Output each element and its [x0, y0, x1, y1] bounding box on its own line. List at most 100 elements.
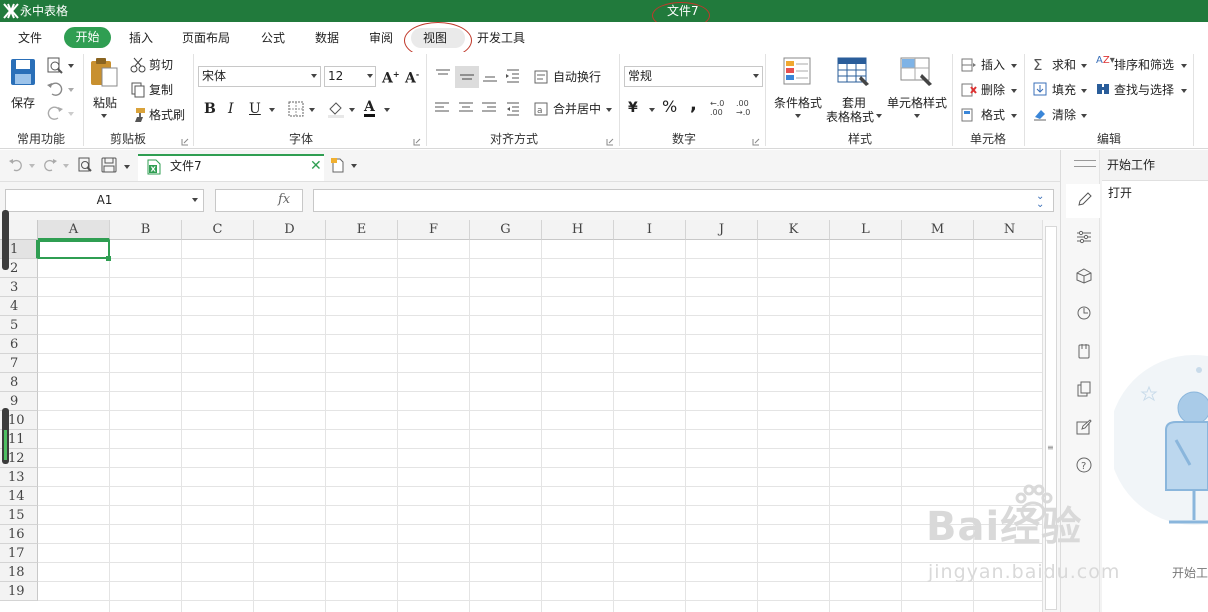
font-color-button[interactable]: A — [364, 100, 375, 117]
insert-cells-icon[interactable] — [961, 58, 977, 75]
cut-icon[interactable] — [130, 57, 146, 76]
quick-undo-icon[interactable] — [8, 158, 24, 175]
close-tab-icon[interactable]: ✕ — [310, 159, 322, 173]
align-left-icon[interactable] — [434, 101, 450, 118]
fill-icon[interactable] — [1033, 82, 1047, 99]
edit-note-icon[interactable] — [1076, 419, 1092, 435]
alignment-launcher-icon[interactable] — [606, 135, 614, 149]
row-header-13[interactable]: 13 — [0, 468, 38, 487]
number-format-select[interactable]: 常规 — [624, 66, 763, 87]
pen-icon[interactable] — [1076, 192, 1092, 208]
paste-button[interactable]: 粘贴 — [93, 96, 117, 110]
fill-dropdown-arrow[interactable] — [1081, 89, 1087, 93]
conditional-format-icon[interactable] — [783, 57, 813, 90]
history-clock-icon[interactable] — [1076, 305, 1092, 321]
font-name-dropdown-arrow[interactable] — [311, 74, 317, 78]
row-header-19[interactable]: 19 — [0, 582, 38, 601]
column-header-d[interactable]: D — [254, 220, 326, 240]
row-header-7[interactable]: 7 — [0, 354, 38, 373]
menu-view-label[interactable]: 视图 — [423, 30, 447, 46]
redo-dropdown-arrow[interactable] — [68, 112, 74, 116]
sum-icon[interactable]: Σ — [1033, 56, 1042, 74]
insert-cells-button[interactable]: 插入 — [981, 58, 1005, 72]
clear-dropdown-arrow[interactable] — [1081, 114, 1087, 118]
quick-redo-dropdown-arrow[interactable] — [63, 164, 69, 168]
row-header-16[interactable]: 16 — [0, 525, 38, 544]
menu-formula[interactable]: 公式 — [261, 30, 285, 46]
insert-function-button[interactable]: fx — [278, 193, 290, 207]
format-cells-dropdown-arrow[interactable] — [1011, 114, 1017, 118]
format-painter-button[interactable]: 格式刷 — [149, 108, 185, 122]
align-right-icon[interactable] — [481, 101, 497, 118]
redo-icon[interactable] — [46, 105, 64, 124]
wrap-text-icon[interactable] — [534, 70, 548, 87]
row-header-8[interactable]: 8 — [0, 373, 38, 392]
column-header-h[interactable]: H — [542, 220, 614, 240]
column-header-c[interactable]: C — [182, 220, 254, 240]
column-header-a[interactable]: A — [38, 220, 110, 240]
new-document-icon[interactable] — [330, 157, 346, 176]
clear-button[interactable]: 清除 — [1052, 108, 1076, 122]
format-as-table-dropdown-arrow[interactable] — [876, 114, 882, 118]
quick-print-preview-icon[interactable] — [77, 157, 93, 176]
row-header-3[interactable]: 3 — [0, 278, 38, 297]
number-launcher-icon[interactable] — [752, 135, 760, 149]
find-select-icon[interactable] — [1096, 82, 1110, 99]
border-dropdown-arrow[interactable] — [309, 108, 315, 112]
format-as-table-label-1[interactable]: 套用 — [842, 96, 866, 110]
delete-cells-dropdown-arrow[interactable] — [1011, 89, 1017, 93]
expand-formula-icon[interactable]: ⌄ ⌄ — [1036, 192, 1044, 210]
selected-cell[interactable] — [38, 240, 110, 259]
new-document-dropdown-arrow[interactable] — [351, 164, 357, 168]
fill-handle[interactable] — [106, 256, 111, 261]
format-painter-icon[interactable] — [130, 107, 146, 126]
paste-icon[interactable] — [88, 56, 120, 91]
column-header-j[interactable]: J — [686, 220, 758, 240]
save-icon[interactable] — [10, 58, 36, 89]
indent-icon[interactable] — [505, 68, 521, 87]
fill-button[interactable]: 填充 — [1052, 83, 1076, 97]
format-as-table-label-2[interactable]: 表格格式 — [826, 110, 874, 124]
underline-dropdown-arrow[interactable] — [269, 108, 275, 112]
column-header-k[interactable]: K — [758, 220, 830, 240]
insert-cells-dropdown-arrow[interactable] — [1011, 64, 1017, 68]
underline-button[interactable]: U — [249, 102, 261, 116]
increase-decimal-icon[interactable]: ←.0.00 — [710, 99, 724, 117]
column-header-m[interactable]: M — [902, 220, 974, 240]
sum-dropdown-arrow[interactable] — [1081, 64, 1087, 68]
conditional-format-dropdown-arrow[interactable] — [795, 114, 801, 118]
clipboard-launcher-icon[interactable] — [181, 135, 189, 149]
undo-icon[interactable] — [46, 81, 64, 100]
cut-button[interactable]: 剪切 — [149, 58, 173, 72]
find-select-dropdown-arrow[interactable] — [1181, 89, 1187, 93]
sort-filter-icon[interactable]: AZ▾ — [1096, 56, 1115, 66]
font-launcher-icon[interactable] — [413, 135, 421, 149]
document-tab[interactable] — [138, 154, 324, 181]
clip-icon[interactable] — [1076, 343, 1092, 359]
task-pane-open[interactable]: 打开 — [1108, 186, 1132, 200]
menu-page-layout[interactable]: 页面布局 — [182, 30, 230, 46]
name-box[interactable]: A1 — [5, 189, 204, 212]
row-header-17[interactable]: 17 — [0, 544, 38, 563]
copy-pages-icon[interactable] — [1076, 381, 1092, 397]
currency-dropdown-arrow[interactable] — [649, 108, 655, 112]
menu-review[interactable]: 审阅 — [369, 30, 393, 46]
copy-button[interactable]: 复制 — [149, 83, 173, 97]
row-header-15[interactable]: 15 — [0, 506, 38, 525]
help-icon[interactable]: ? — [1076, 457, 1092, 473]
currency-button[interactable]: ¥ — [628, 101, 638, 115]
row-header-5[interactable]: 5 — [0, 316, 38, 335]
format-cells-icon[interactable] — [961, 108, 977, 125]
merge-center-button[interactable]: 合并居中 — [553, 102, 601, 116]
clear-icon[interactable] — [1033, 107, 1047, 124]
cube-icon[interactable] — [1076, 268, 1092, 284]
menu-insert[interactable]: 插入 — [129, 30, 153, 46]
percent-button[interactable]: % — [662, 99, 677, 115]
align-bottom-icon[interactable] — [481, 68, 499, 87]
paste-dropdown-arrow[interactable] — [101, 114, 107, 118]
wrap-text-button[interactable]: 自动换行 — [553, 70, 601, 84]
settings-sliders-icon[interactable] — [1076, 229, 1092, 245]
decrease-font-icon[interactable]: A- — [405, 69, 419, 87]
cell-style-dropdown-arrow[interactable] — [914, 114, 920, 118]
undo-dropdown-arrow[interactable] — [68, 88, 74, 92]
